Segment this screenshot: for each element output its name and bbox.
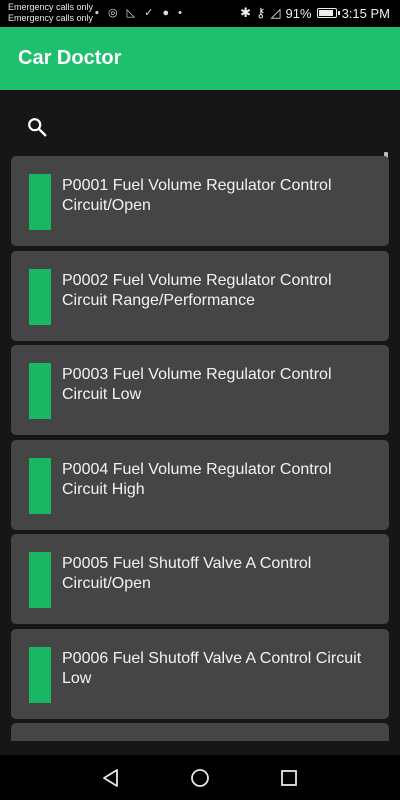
chat-icon: ● bbox=[162, 7, 173, 19]
item-text: P0005 Fuel Shutoff Valve A Control Circu… bbox=[62, 555, 312, 592]
item-accent-bar bbox=[29, 174, 51, 230]
item-text: P0002 Fuel Volume Regulator Control Circ… bbox=[62, 272, 332, 309]
wifi-icon: ◿ bbox=[270, 5, 281, 20]
list-item[interactable]: P0003 Fuel Volume Regulator Control Circ… bbox=[11, 345, 389, 435]
app-bar: Car Doctor bbox=[0, 27, 400, 90]
list-item[interactable]: P0004 Fuel Volume Regulator Control Circ… bbox=[11, 440, 389, 530]
vpn-icon: ▪ bbox=[95, 7, 102, 19]
list-item[interactable]: P0001 Fuel Volume Regulator Control Circ… bbox=[11, 156, 389, 246]
list-item[interactable]: P0002 Fuel Volume Regulator Control Circ… bbox=[11, 251, 389, 341]
alarm-icon: ◎ bbox=[107, 7, 121, 19]
check-icon: ✓ bbox=[144, 7, 157, 19]
navigation-bar bbox=[0, 755, 400, 800]
battery-percent: 91% bbox=[285, 5, 312, 21]
item-accent-bar bbox=[29, 363, 51, 419]
search-row[interactable] bbox=[0, 90, 400, 156]
item-text: P0004 Fuel Volume Regulator Control Circ… bbox=[62, 461, 332, 498]
item-accent-bar bbox=[29, 552, 51, 608]
carrier-line-1: Emergency calls only bbox=[8, 2, 94, 12]
item-text: P0001 Fuel Volume Regulator Control Circ… bbox=[62, 177, 332, 214]
bluetooth-icon: ✱ bbox=[240, 5, 252, 20]
item-text: P0006 Fuel Shutoff Valve A Control Circu… bbox=[62, 650, 362, 687]
home-icon[interactable] bbox=[190, 768, 210, 788]
signal-icon: ◺ bbox=[126, 7, 139, 19]
carrier-text: Emergency calls only Emergency calls onl… bbox=[8, 2, 93, 24]
back-icon[interactable] bbox=[101, 768, 121, 788]
list-item[interactable]: P0005 Fuel Shutoff Valve A Control Circu… bbox=[11, 534, 389, 624]
notification-icons: ▪ ◎ ◺ ✓ ● • bbox=[95, 6, 185, 19]
status-bar: Emergency calls only Emergency calls onl… bbox=[0, 0, 400, 27]
list-item[interactable] bbox=[11, 723, 389, 741]
battery-icon bbox=[316, 8, 340, 18]
list-item[interactable]: P0006 Fuel Shutoff Valve A Control Circu… bbox=[11, 629, 389, 719]
search-icon[interactable] bbox=[26, 116, 48, 138]
item-accent-bar bbox=[29, 647, 51, 703]
key-icon: ⚷ bbox=[256, 5, 266, 20]
recents-icon[interactable] bbox=[279, 768, 299, 788]
code-list: P0001 Fuel Volume Regulator Control Circ… bbox=[0, 156, 400, 741]
item-text: P0003 Fuel Volume Regulator Control Circ… bbox=[62, 366, 332, 403]
status-right: ✱ ⚷ ◿ 91% 3:15 PM bbox=[240, 5, 390, 21]
clock: 3:15 PM bbox=[341, 5, 390, 21]
item-accent-bar bbox=[29, 269, 51, 325]
item-accent-bar bbox=[29, 458, 51, 514]
more-icon: • bbox=[178, 7, 186, 19]
carrier-line-2: Emergency calls only bbox=[8, 13, 94, 23]
app-title: Car Doctor bbox=[18, 47, 122, 69]
